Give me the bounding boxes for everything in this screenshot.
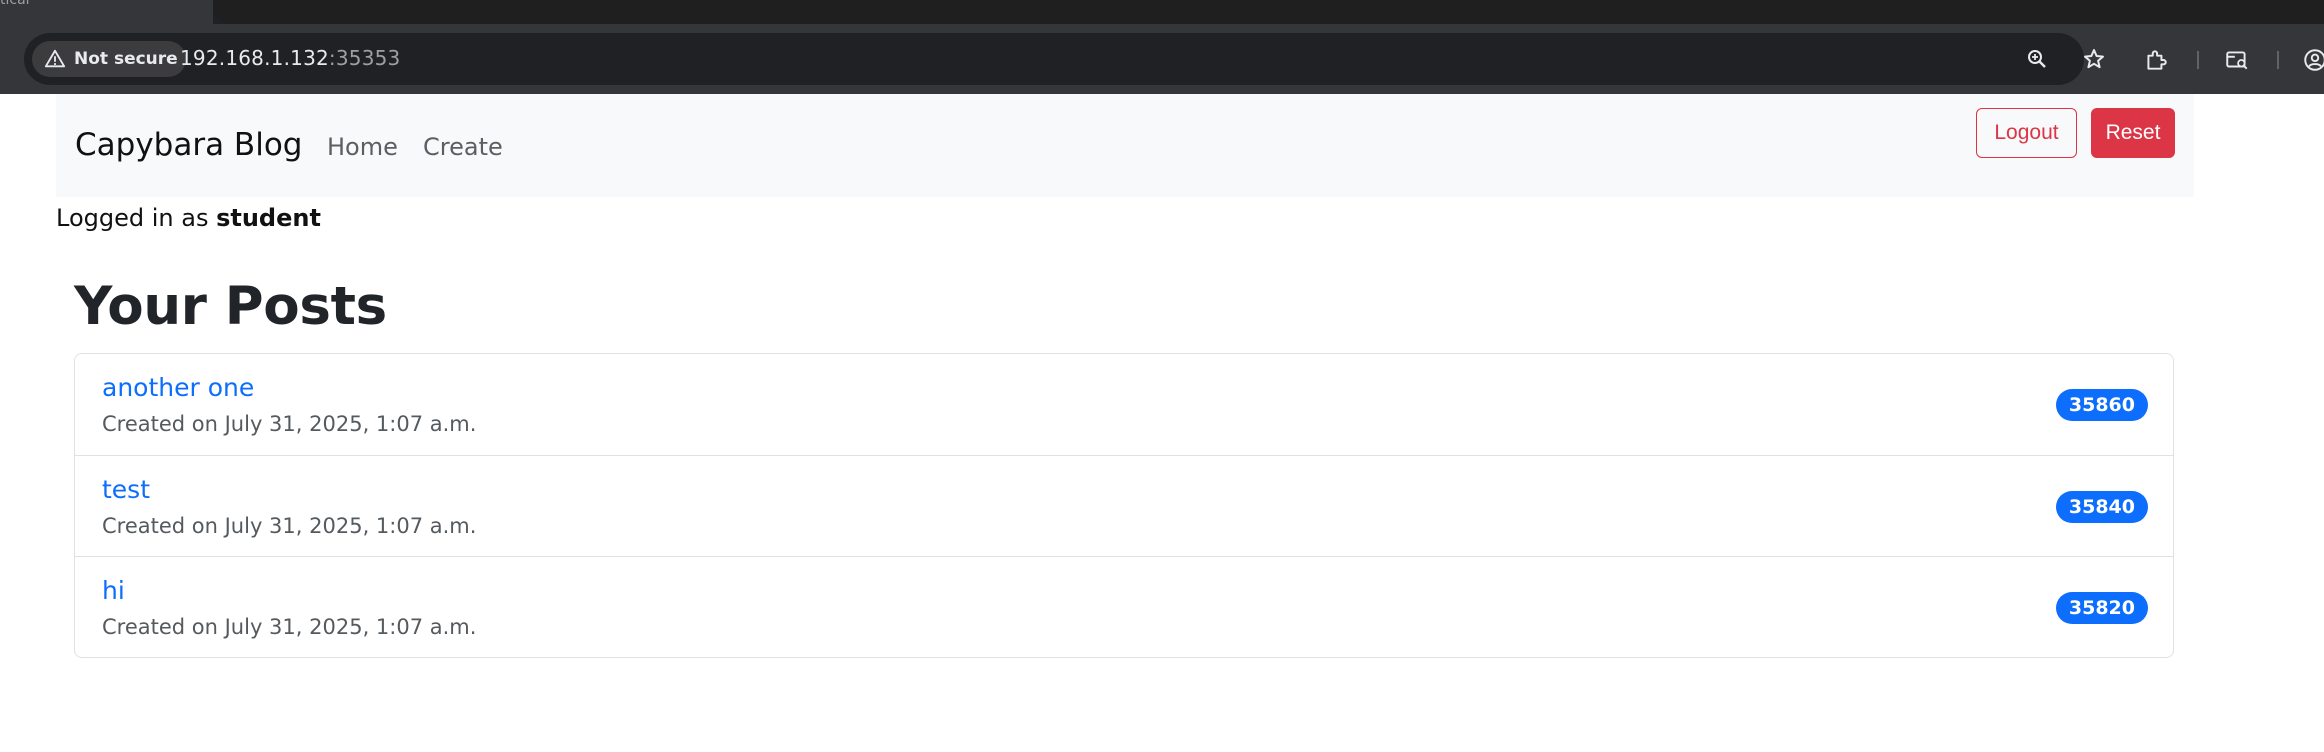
post-id-badge: 35860 [2055, 389, 2148, 421]
posts-list: another one Created on July 31, 2025, 1:… [74, 353, 2174, 658]
browser-active-tab[interactable]: tical [0, 0, 213, 24]
list-item: hi Created on July 31, 2025, 1:07 a.m. 3… [75, 556, 2173, 657]
address-bar[interactable]: Not secure 192.168.1.132:35353 [24, 33, 2104, 85]
tab-title: tical [0, 0, 30, 8]
post-title-link[interactable]: another one [102, 373, 254, 402]
url-port: :35353 [328, 46, 401, 70]
post-id-badge: 35840 [2055, 491, 2148, 523]
security-chip[interactable]: Not secure [32, 41, 186, 77]
security-label: Not secure [74, 49, 178, 69]
page-title: Your Posts [74, 276, 387, 337]
url-text[interactable]: 192.168.1.132:35353 [180, 46, 400, 70]
nav-link-create[interactable]: Create [423, 133, 503, 161]
zoom-icon[interactable] [2023, 45, 2051, 73]
bookmark-star-icon[interactable] [2080, 45, 2108, 73]
browser-tab-strip: tical [0, 0, 2324, 24]
post-created-date: Created on July 31, 2025, 1:07 a.m. [102, 514, 477, 538]
toolbar-separator [2197, 51, 2199, 69]
post-created-date: Created on July 31, 2025, 1:07 a.m. [102, 615, 477, 639]
reset-button[interactable]: Reset [2091, 108, 2175, 158]
post-created-date: Created on July 31, 2025, 1:07 a.m. [102, 412, 477, 436]
toolbar-separator [2277, 51, 2279, 69]
tab-search-icon[interactable] [2222, 45, 2252, 75]
list-item: another one Created on July 31, 2025, 1:… [75, 354, 2173, 455]
brand-link[interactable]: Capybara Blog [75, 127, 302, 163]
browser-toolbar: Not secure 192.168.1.132:35353 [0, 24, 2324, 94]
warning-icon [44, 49, 66, 68]
logout-button[interactable]: Logout [1976, 108, 2077, 158]
extensions-icon[interactable] [2141, 45, 2171, 75]
tab-bar [213, 0, 2324, 24]
profile-icon[interactable] [2300, 45, 2324, 75]
url-host: 192.168.1.132 [180, 46, 329, 70]
post-title-link[interactable]: test [102, 475, 150, 504]
login-prefix: Logged in as [56, 204, 217, 232]
nav-link-home[interactable]: Home [327, 133, 398, 161]
login-status: Logged in as student [56, 204, 321, 232]
list-item: test Created on July 31, 2025, 1:07 a.m.… [75, 455, 2173, 556]
username: student [216, 204, 321, 232]
site-navbar: Capybara Blog Home Create Logout Reset [56, 94, 2194, 197]
post-title-link[interactable]: hi [102, 576, 125, 605]
post-id-badge: 35820 [2055, 592, 2148, 624]
